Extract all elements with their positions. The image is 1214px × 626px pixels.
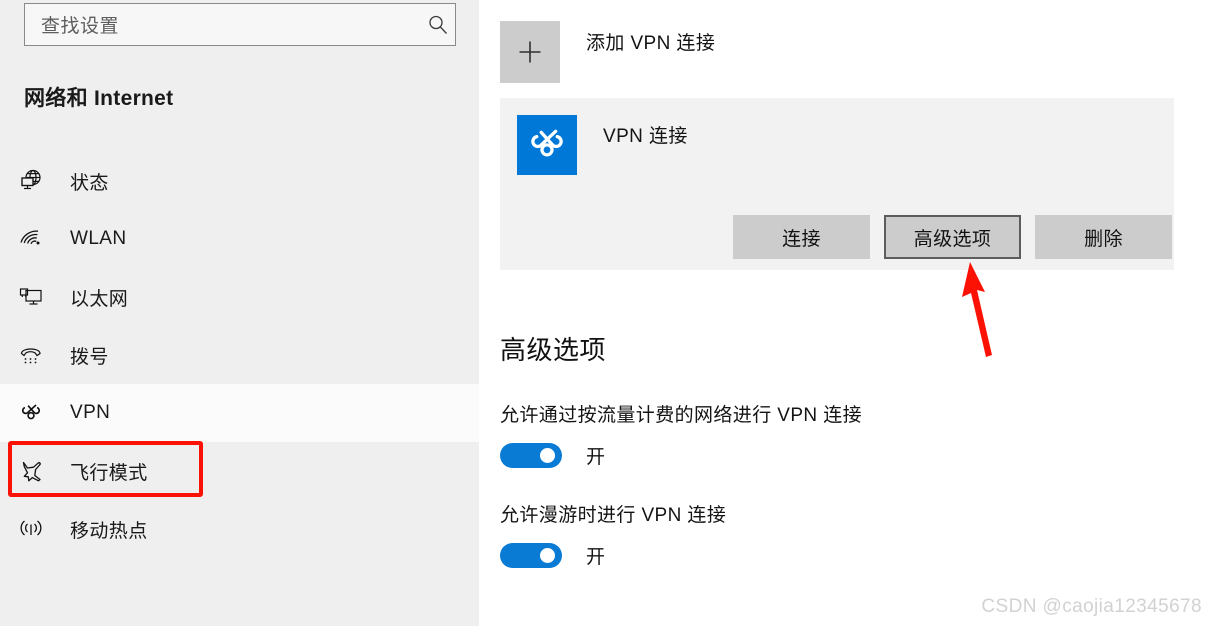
- airplane-icon: [8, 442, 54, 500]
- setting-label: 允许漫游时进行 VPN 连接: [500, 505, 727, 526]
- sidebar-item-airplane-mode[interactable]: 飞行模式: [0, 442, 479, 500]
- search-placeholder: 查找设置: [41, 16, 120, 37]
- setting-toggle-row: 开: [500, 542, 726, 569]
- page-title: 网络和 Internet: [24, 87, 174, 110]
- sidebar-item-label: 以太网: [70, 288, 129, 310]
- hotspot-antenna-icon: [8, 500, 54, 558]
- sidebar: 查找设置 网络和 Internet 状态 WLAN 以太网 拨号 VPN 飞行模…: [0, 0, 479, 626]
- vpn-knot-icon: [8, 384, 54, 442]
- setting-roaming-vpn: 允许漫游时进行 VPN 连接 开: [500, 500, 726, 569]
- globe-status-icon: [8, 152, 54, 210]
- search-icon[interactable]: [421, 3, 455, 46]
- sidebar-item-label: 飞行模式: [70, 462, 148, 484]
- sidebar-item-label: VPN: [70, 402, 111, 423]
- wifi-icon: [8, 210, 54, 268]
- vpn-action-buttons: 连接 高级选项 删除: [733, 215, 1172, 259]
- connect-button[interactable]: 连接: [733, 215, 870, 259]
- vpn-connection-card[interactable]: VPN 连接 连接 高级选项 删除: [500, 98, 1174, 270]
- watermark: CSDN @caojia12345678: [981, 596, 1202, 617]
- toggle-knob: [540, 548, 555, 563]
- add-vpn-label: 添加 VPN 连接: [586, 33, 716, 54]
- sidebar-item-status[interactable]: 状态: [0, 152, 479, 210]
- advanced-options-heading: 高级选项: [500, 335, 607, 365]
- sidebar-item-ethernet[interactable]: 以太网: [0, 268, 479, 326]
- content-pane: 添加 VPN 连接 VPN 连接 连接 高级选项 删除 高级选项 允许通过按流量…: [479, 0, 1214, 626]
- roaming-vpn-toggle[interactable]: [500, 543, 562, 568]
- toggle-state-label: 开: [586, 447, 606, 468]
- vpn-connection-name: VPN 连接: [603, 126, 688, 147]
- vpn-connection-header: VPN 连接: [517, 115, 688, 175]
- add-vpn-connection-button[interactable]: 添加 VPN 连接: [500, 21, 715, 83]
- sidebar-item-vpn[interactable]: VPN: [0, 384, 479, 442]
- sidebar-item-label: 拨号: [70, 346, 109, 368]
- toggle-knob: [540, 448, 555, 463]
- advanced-options-button[interactable]: 高级选项: [884, 215, 1021, 259]
- setting-metered-vpn: 允许通过按流量计费的网络进行 VPN 连接 开: [500, 400, 862, 469]
- plus-icon: [500, 21, 560, 83]
- sidebar-item-mobile-hotspot[interactable]: 移动热点: [0, 500, 479, 558]
- settings-window: 查找设置 网络和 Internet 状态 WLAN 以太网 拨号 VPN 飞行模…: [0, 0, 1214, 626]
- sidebar-item-label: 状态: [70, 172, 109, 194]
- setting-label: 允许通过按流量计费的网络进行 VPN 连接: [500, 405, 863, 426]
- dialup-phone-icon: [8, 326, 54, 384]
- sidebar-item-label: WLAN: [70, 228, 127, 249]
- metered-vpn-toggle[interactable]: [500, 443, 562, 468]
- setting-toggle-row: 开: [500, 442, 862, 469]
- toggle-state-label: 开: [586, 547, 606, 568]
- search-input[interactable]: 查找设置: [24, 3, 456, 46]
- sidebar-item-dialup[interactable]: 拨号: [0, 326, 479, 384]
- sidebar-item-label: 移动热点: [70, 520, 148, 542]
- remove-button[interactable]: 删除: [1035, 215, 1172, 259]
- ethernet-monitor-icon: [8, 268, 54, 326]
- sidebar-item-wlan[interactable]: WLAN: [0, 210, 479, 268]
- vpn-knot-icon: [517, 115, 577, 175]
- sidebar-nav: 状态 WLAN 以太网 拨号 VPN 飞行模式 移动热点: [0, 152, 479, 558]
